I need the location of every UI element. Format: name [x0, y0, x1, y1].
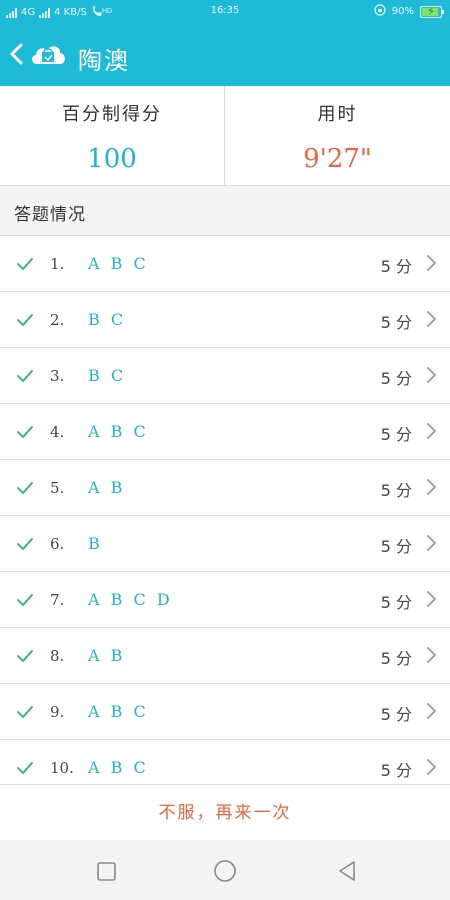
check-icon	[16, 424, 34, 438]
question-points: 5 分	[380, 369, 412, 388]
battery-icon: ⚡	[420, 4, 444, 18]
chevron-right-icon	[424, 253, 438, 273]
check-icon	[16, 368, 34, 382]
check-icon	[16, 592, 34, 606]
question-points: 5 分	[380, 761, 412, 780]
answer-choices: A B	[88, 646, 126, 665]
answer-row[interactable]: 5. A B 5 分	[0, 460, 450, 516]
answer-row[interactable]: 8. A B 5 分	[0, 628, 450, 684]
page-title: 陶澳	[78, 47, 130, 75]
answer-choices: A B C	[88, 422, 149, 441]
chevron-right-icon	[424, 533, 438, 553]
question-number: 10.	[50, 759, 74, 777]
check-icon	[16, 312, 34, 326]
status-bar: 4G 4 KB/S HD 16:35 90% ⚡	[0, 0, 450, 24]
chevron-right-icon	[424, 701, 438, 721]
chevron-right-icon	[424, 421, 438, 441]
question-points: 5 分	[380, 705, 412, 724]
answer-row[interactable]: 6. B 5 分	[0, 516, 450, 572]
chevron-right-icon	[424, 757, 438, 777]
question-number: 3.	[50, 367, 65, 385]
time-panel: 用时 9'27"	[225, 86, 450, 186]
time-label: 用时	[317, 104, 358, 125]
answer-row[interactable]: 10. A B C 5 分	[0, 740, 450, 784]
recent-apps-icon[interactable]	[94, 858, 120, 884]
check-icon	[16, 480, 34, 494]
answer-choices: A B	[88, 478, 126, 497]
chevron-right-icon	[424, 365, 438, 385]
section-label: 答题情况	[14, 205, 86, 225]
question-number: 5.	[50, 479, 65, 497]
system-nav-bar	[0, 840, 450, 900]
chevron-right-icon	[424, 589, 438, 609]
answer-choices: B C	[88, 366, 127, 385]
battery-percent: 90%	[391, 6, 414, 17]
question-number: 1.	[50, 255, 65, 273]
retry-button[interactable]: 不服，再来一次	[0, 784, 450, 840]
answer-choices: A B C	[88, 702, 149, 721]
question-number: 2.	[50, 311, 65, 329]
score-panel: 百分制得分 100	[0, 86, 225, 186]
cloud-bag-icon	[28, 38, 68, 70]
check-icon	[16, 704, 34, 718]
result-summary: 百分制得分 100 用时 9'27"	[0, 86, 450, 186]
question-number: 8.	[50, 647, 65, 665]
lock-rotation-icon	[374, 4, 386, 19]
question-points: 5 分	[380, 649, 412, 668]
app-header: 4G 4 KB/S HD 16:35 90% ⚡ 陶澳	[0, 0, 450, 86]
answer-row[interactable]: 3. B C 5 分	[0, 348, 450, 404]
question-points: 5 分	[380, 537, 412, 556]
check-icon	[16, 256, 34, 270]
answer-choices: B	[88, 534, 103, 553]
chevron-right-icon	[424, 645, 438, 665]
answers-section-header: 答题情况	[0, 186, 450, 236]
answer-row[interactable]: 2. B C 5 分	[0, 292, 450, 348]
check-icon	[16, 536, 34, 550]
question-points: 5 分	[380, 313, 412, 332]
question-number: 7.	[50, 591, 65, 609]
charging-icon: ⚡	[427, 4, 435, 18]
question-points: 5 分	[380, 481, 412, 500]
question-points: 5 分	[380, 425, 412, 444]
check-icon	[16, 648, 34, 662]
answer-row[interactable]: 1. A B C 5 分	[0, 236, 450, 292]
time-value: 9'27"	[303, 144, 372, 174]
question-points: 5 分	[380, 593, 412, 612]
answer-choices: A B C	[88, 254, 149, 273]
title-bar: 陶澳	[0, 24, 450, 86]
back-nav-icon[interactable]	[334, 858, 360, 884]
score-label: 百分制得分	[62, 104, 162, 125]
chevron-right-icon	[424, 477, 438, 497]
question-number: 9.	[50, 703, 65, 721]
answer-row[interactable]: 4. A B C 5 分	[0, 404, 450, 460]
answer-choices: A B C	[88, 758, 149, 777]
answer-choices: A B C D	[88, 590, 173, 609]
answer-row[interactable]: 7. A B C D 5 分	[0, 572, 450, 628]
check-icon	[16, 760, 34, 774]
question-number: 6.	[50, 535, 65, 553]
chevron-right-icon	[424, 309, 438, 329]
answer-choices: B C	[88, 310, 127, 329]
home-icon[interactable]	[212, 858, 238, 884]
question-points: 5 分	[380, 257, 412, 276]
back-chevron-icon[interactable]	[8, 40, 30, 70]
question-number: 4.	[50, 423, 65, 441]
score-value: 100	[87, 144, 137, 174]
answers-list: 1. A B C 5 分 2. B C 5 分 3. B C 5 分 4. A B C 5 分 5. A …	[0, 236, 450, 784]
answer-row[interactable]: 9. A B C 5 分	[0, 684, 450, 740]
